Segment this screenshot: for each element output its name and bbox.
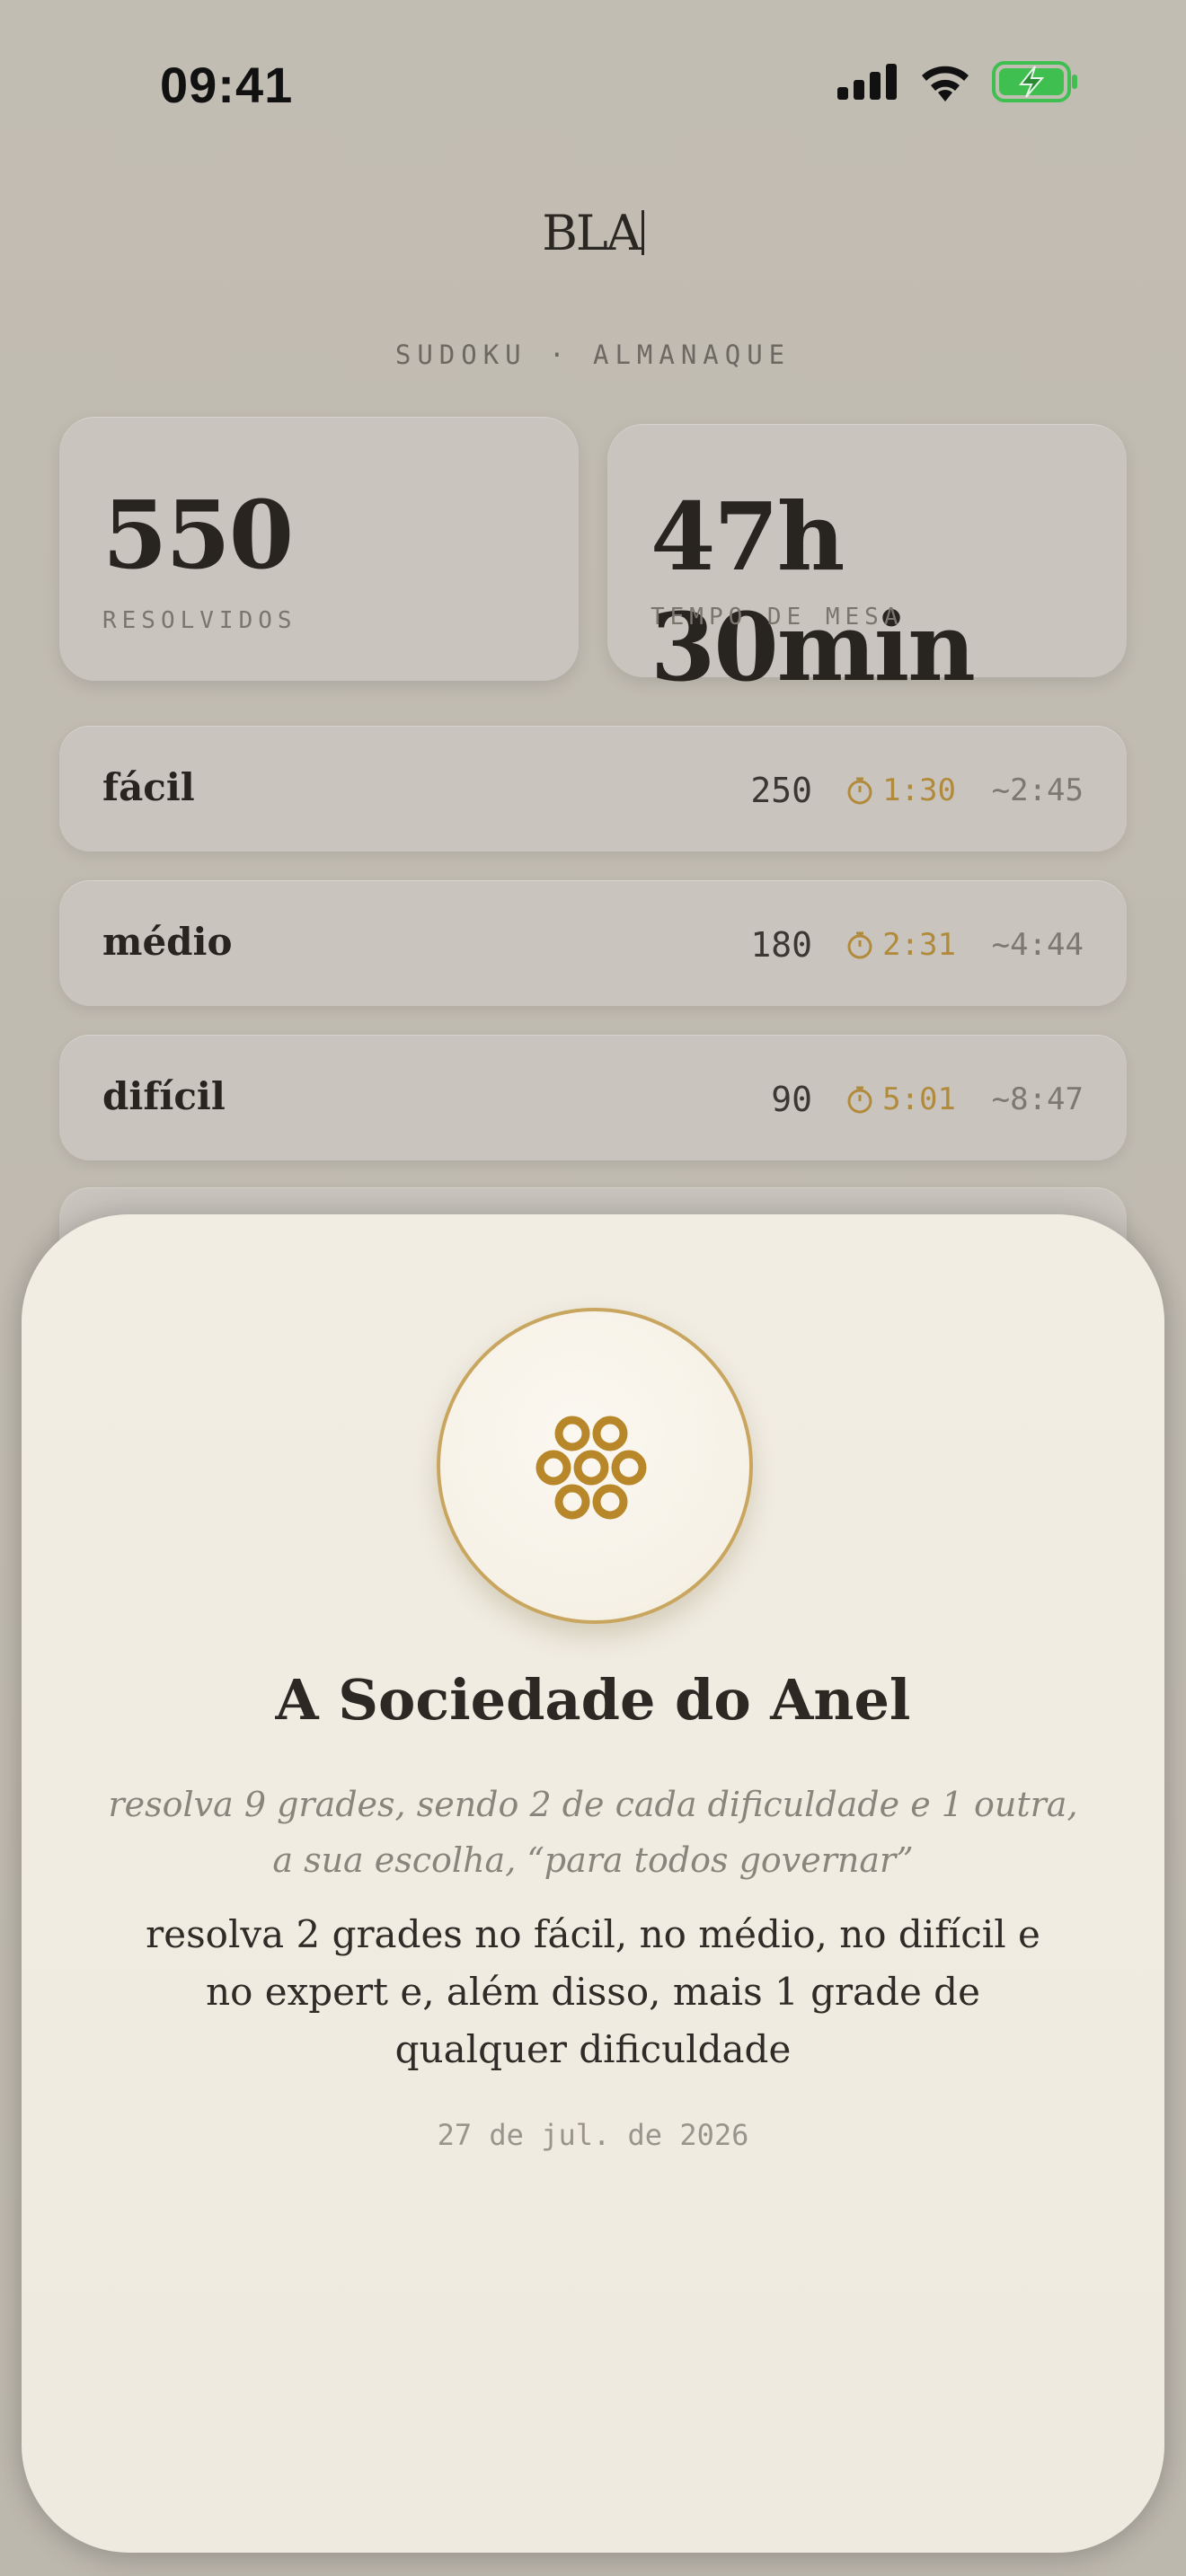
achievement-flavor-text: resolva 9 grades, sendo 2 de cada dificu…: [108, 1785, 1078, 1880]
difficulty-avg-time: ~8:47: [991, 1081, 1084, 1117]
status-time: 09:41: [160, 57, 294, 113]
stopwatch-icon: [847, 1086, 872, 1114]
difficulty-row-dificil[interactable]: difícil 90 5:01 ~8:47: [59, 1035, 1127, 1160]
stat-value: 47h 30min: [651, 481, 976, 702]
achievement-medal: [437, 1308, 753, 1624]
difficulty-best-time: 5:01: [846, 1081, 956, 1117]
brand-logo: BLA: [0, 205, 1186, 261]
difficulty-row-medio[interactable]: médio 180 2:31 ~4:44: [59, 880, 1127, 1006]
difficulty-best-time: 2:31: [846, 927, 956, 963]
signal-icon: [837, 64, 897, 100]
difficulty-count: 90: [771, 1080, 812, 1119]
difficulty-best-time: 1:30: [846, 772, 956, 808]
difficulty-name: fácil: [102, 765, 195, 809]
difficulty-name: médio: [102, 920, 233, 964]
achievement-sheet[interactable]: A Sociedade do Anel resolva 9 grades, se…: [22, 1214, 1164, 2553]
page-subtitle: SUDOKU · ALMANAQUE: [394, 340, 792, 370]
stopwatch-icon: [847, 931, 872, 959]
text-caret: [641, 210, 644, 255]
wifi-icon: [922, 66, 969, 101]
stat-card-solved: 550 RESOLVIDOS: [59, 417, 579, 681]
stat-label: TEMPO DE MESA: [651, 604, 904, 631]
stopwatch-icon: [847, 777, 872, 805]
status-icons: [837, 61, 1078, 102]
rings-icon: [535, 1416, 647, 1520]
achievement-date: 27 de jul. de 2026: [437, 2118, 749, 2152]
stat-card-time: 47h 30min TEMPO DE MESA: [607, 424, 1127, 702]
difficulty-name: difícil: [102, 1074, 226, 1118]
difficulty-avg-time: ~4:44: [991, 927, 1084, 963]
difficulty-count: 180: [750, 925, 812, 965]
achievement-description: resolva 2 grades no fácil, no médio, no …: [146, 1912, 1040, 2071]
stat-value: 550: [102, 480, 294, 590]
achievement-title: A Sociedade do Anel: [275, 1667, 911, 1733]
difficulty-count: 250: [750, 771, 812, 810]
stat-label: RESOLVIDOS: [102, 607, 297, 634]
difficulty-row-facil[interactable]: fácil 250 1:30 ~2:45: [59, 726, 1127, 851]
battery-charging-icon: [992, 61, 1077, 102]
difficulty-avg-time: ~2:45: [991, 772, 1084, 808]
